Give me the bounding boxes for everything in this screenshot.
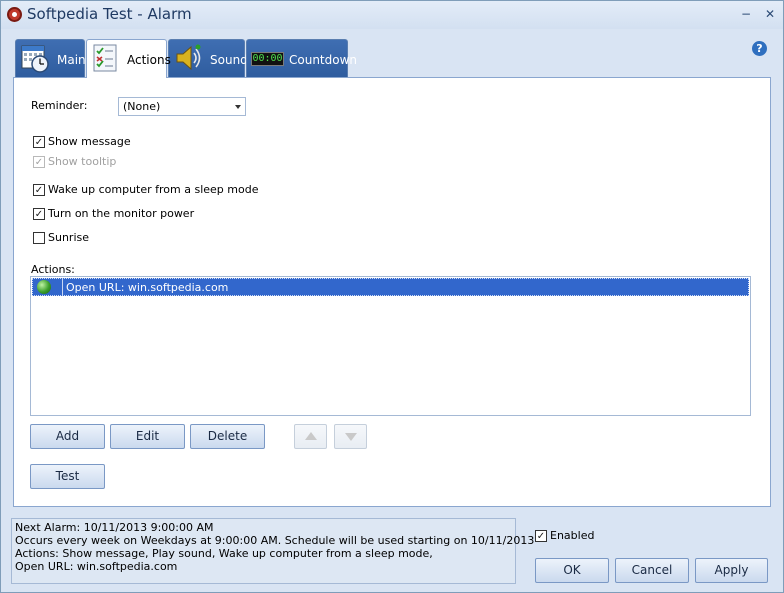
tab-countdown[interactable]: 00:00 Countdown [246, 39, 357, 77]
arrow-down-icon [345, 433, 357, 441]
digital-clock-icon: 00:00 [251, 52, 284, 66]
tab-main[interactable]: Main [15, 39, 86, 77]
tab-actions-label: Actions [127, 53, 171, 67]
move-up-button[interactable] [294, 424, 327, 449]
delete-button[interactable]: Delete [190, 424, 265, 449]
occurrence-text: Occurs every week on Weekdays at 9:00:00… [15, 534, 535, 547]
checkbox-box: ✓ [33, 156, 45, 168]
help-icon[interactable]: ? [752, 41, 767, 56]
edit-button[interactable]: Edit [110, 424, 185, 449]
tab-sound[interactable]: Sound [168, 39, 248, 77]
tab-countdown-label: Countdown [289, 53, 358, 67]
actions-summary-text: Actions: Show message, Play sound, Wake … [15, 547, 433, 560]
tab-actions[interactable]: Actions [86, 39, 171, 78]
next-alarm-text: Next Alarm: 10/11/2013 9:00:00 AM [15, 521, 214, 534]
checkbox-box[interactable]: ✓ [535, 530, 547, 542]
globe-icon [37, 280, 51, 294]
reminder-dropdown[interactable]: (None) [118, 97, 246, 116]
column-divider [62, 279, 63, 295]
calendar-clock-icon [21, 45, 49, 73]
reminder-value: (None) [123, 100, 161, 113]
alarm-window: Softpedia Test - Alarm − ✕ Main Actions … [0, 0, 784, 593]
monitor-power-label: Turn on the monitor power [48, 207, 195, 220]
close-button[interactable]: ✕ [763, 7, 777, 21]
wake-up-label: Wake up computer from a sleep mode [48, 183, 259, 196]
show-message-label: Show message [48, 135, 131, 148]
window-title: Softpedia Test - Alarm [27, 5, 192, 23]
cancel-button[interactable]: Cancel [615, 558, 689, 583]
checkbox-box[interactable]: ✓ [33, 184, 45, 196]
checkbox-box[interactable] [33, 232, 45, 244]
tab-main-label: Main [57, 53, 86, 67]
actions-list[interactable]: Open URL: win.softpedia.com [30, 276, 751, 416]
ok-button[interactable]: OK [535, 558, 609, 583]
arrow-up-icon [305, 432, 317, 440]
list-item[interactable]: Open URL: win.softpedia.com [32, 278, 749, 296]
speaker-icon [176, 44, 201, 71]
minimize-button[interactable]: − [739, 7, 753, 21]
tab-sound-label: Sound [210, 53, 248, 67]
url-summary-text: Open URL: win.softpedia.com [15, 560, 178, 573]
chevron-down-icon [235, 105, 241, 109]
test-button[interactable]: Test [30, 464, 105, 489]
apply-button[interactable]: Apply [695, 558, 768, 583]
show-tooltip-label: Show tooltip [48, 155, 117, 168]
alarm-clock-icon [7, 7, 22, 22]
sunrise-label: Sunrise [48, 231, 90, 244]
reminder-label: Reminder: [31, 99, 88, 112]
add-button[interactable]: Add [30, 424, 105, 449]
title-bar[interactable]: Softpedia Test - Alarm − ✕ [1, 1, 783, 29]
checkbox-box[interactable]: ✓ [33, 136, 45, 148]
actions-label: Actions: [31, 263, 75, 276]
schedule-summary: Next Alarm: 10/11/2013 9:00:00 AM Occurs… [11, 518, 534, 584]
enabled-label: Enabled [550, 529, 595, 542]
checkbox-box[interactable]: ✓ [33, 208, 45, 220]
action-text: Open URL: win.softpedia.com [66, 281, 229, 294]
move-down-button[interactable] [334, 424, 367, 449]
checklist-icon [93, 44, 117, 72]
